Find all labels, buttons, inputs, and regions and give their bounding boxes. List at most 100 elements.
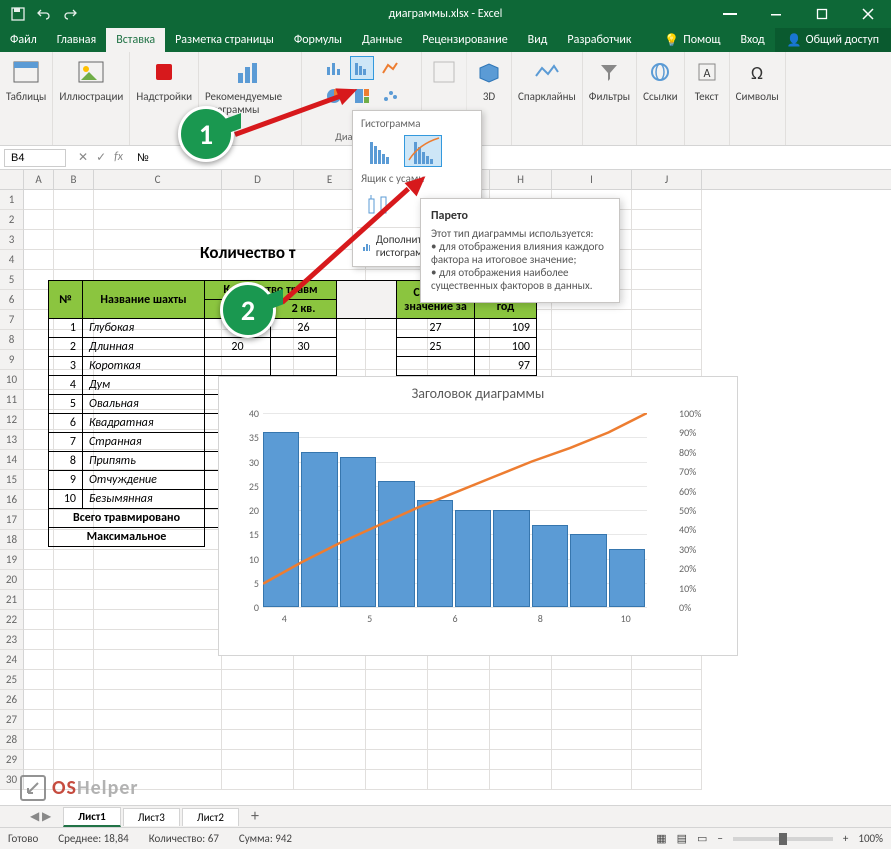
col-header[interactable]: H [490,170,552,189]
links-button[interactable]: Ссылки [643,56,678,103]
row-header[interactable]: 16 [0,490,24,510]
text-button[interactable]: AТекст [691,56,723,103]
dd-histogram-option[interactable] [360,135,398,167]
table-row[interactable]: 3Короткая97 [49,357,537,376]
row-header[interactable]: 26 [0,690,24,710]
fx-icon[interactable]: fx [114,150,123,165]
row-header[interactable]: 14 [0,450,24,470]
recommended-charts-button[interactable]: Рекомендуемые диаграммы [205,56,295,116]
row-header[interactable]: 11 [0,390,24,410]
undo-icon[interactable] [36,6,52,22]
tab-home[interactable]: Главная [47,28,106,52]
col-header[interactable]: C [94,170,222,189]
row-header[interactable]: 2 [0,210,24,230]
row-header[interactable]: 15 [0,470,24,490]
row-header[interactable]: 10 [0,370,24,390]
tab-developer[interactable]: Разработчик [557,28,641,52]
table-row[interactable]: 2Длинная203025100 [49,338,537,357]
name-box[interactable] [4,149,66,167]
redo-icon[interactable] [62,6,78,22]
sheet-tab-3[interactable]: Лист2 [182,808,239,826]
col-header[interactable]: B [54,170,94,189]
3d-button[interactable]: 3D [473,56,505,103]
row-header[interactable]: 12 [0,410,24,430]
filters-button[interactable]: Фильтры [589,56,630,103]
tab-review[interactable]: Рецензирование [412,28,517,52]
symbols-button[interactable]: ΩСимволы [736,56,779,103]
maximize-icon[interactable] [799,0,845,28]
col-num[interactable]: № [49,281,83,319]
dd-pareto-option[interactable] [404,135,442,167]
sparklines-button[interactable]: Спарклайны [518,56,576,103]
col-header[interactable]: I [552,170,632,189]
zoom-in-icon[interactable]: + [843,832,848,845]
zoom-out-icon[interactable]: − [717,832,722,845]
zoom-slider[interactable] [733,837,833,841]
row-header[interactable]: 21 [0,590,24,610]
row-header[interactable]: 7 [0,310,24,330]
sheet-tab-2[interactable]: Лист3 [123,808,180,826]
row-header[interactable]: 4 [0,250,24,270]
table-row[interactable]: 1Глубокая312627109 [49,319,537,338]
row-header[interactable]: 22 [0,610,24,630]
histogram-chart-icon[interactable] [350,56,374,80]
row-header[interactable]: 19 [0,550,24,570]
row-header[interactable]: 24 [0,650,24,670]
close-icon[interactable] [845,0,891,28]
help-button[interactable]: 💡Помощ [654,28,730,52]
share-button[interactable]: 👤Общий доступ [775,28,891,52]
total-row-label[interactable]: Всего травмировано [49,509,205,528]
col-header[interactable]: J [632,170,702,189]
row-header[interactable]: 20 [0,570,24,590]
ribbon-options-icon[interactable] [707,0,753,28]
line-chart-icon[interactable] [378,56,402,80]
minimize-icon[interactable] [753,0,799,28]
accept-formula-icon[interactable]: ✓ [96,150,106,165]
col-header[interactable]: A [24,170,54,189]
save-icon[interactable] [10,6,26,22]
select-all-corner[interactable] [0,170,24,189]
view-layout-icon[interactable]: ▤ [677,832,687,845]
row-header[interactable]: 17 [0,510,24,530]
sheet-tabs: ◀ ▶ Лист1 Лист3 Лист2 + [0,805,891,827]
pivot-button[interactable] [428,56,460,90]
formula-input[interactable] [131,150,891,166]
row-header[interactable]: 13 [0,430,24,450]
scatter-chart-icon[interactable] [378,84,402,108]
row-header[interactable]: 3 [0,230,24,250]
row-header[interactable]: 6 [0,290,24,310]
tables-button[interactable]: Таблицы [6,56,46,103]
row-header[interactable]: 8 [0,330,24,350]
tab-view[interactable]: Вид [518,28,558,52]
col-header[interactable]: D [222,170,294,189]
row-header[interactable]: 28 [0,730,24,750]
embedded-chart[interactable]: Заголовок диаграммы 05101520253035404568… [218,376,738,656]
sheet-tab-1[interactable]: Лист1 [63,807,121,827]
chart-title[interactable]: Заголовок диаграммы [219,377,737,410]
view-normal-icon[interactable]: ▦ [656,832,666,845]
tab-layout[interactable]: Разметка страницы [165,28,284,52]
col-name[interactable]: Название шахты [83,281,205,319]
view-break-icon[interactable]: ▭ [697,832,707,845]
row-header[interactable]: 29 [0,750,24,770]
row-header[interactable]: 27 [0,710,24,730]
row-header[interactable]: 23 [0,630,24,650]
row-header[interactable]: 5 [0,270,24,290]
illustrations-button[interactable]: Иллюстрации [59,56,123,103]
zoom-value[interactable]: 100% [858,832,883,845]
row-header[interactable]: 18 [0,530,24,550]
column-chart-icon[interactable] [322,56,346,80]
sheet-nav-icons[interactable]: ◀ ▶ [30,809,51,824]
tab-file[interactable]: Файл [0,28,47,52]
cancel-formula-icon[interactable]: ✕ [78,150,88,165]
row-header[interactable]: 1 [0,190,24,210]
max-row-label[interactable]: Максимальное [49,528,205,547]
tab-formulas[interactable]: Формулы [284,28,352,52]
login-button[interactable]: Вход [730,28,774,52]
tab-insert[interactable]: Вставка [106,28,165,52]
row-header[interactable]: 25 [0,670,24,690]
row-header[interactable]: 9 [0,350,24,370]
tab-data[interactable]: Данные [352,28,412,52]
addons-button[interactable]: Надстройки [136,56,192,103]
add-sheet-button[interactable]: + [241,805,269,828]
